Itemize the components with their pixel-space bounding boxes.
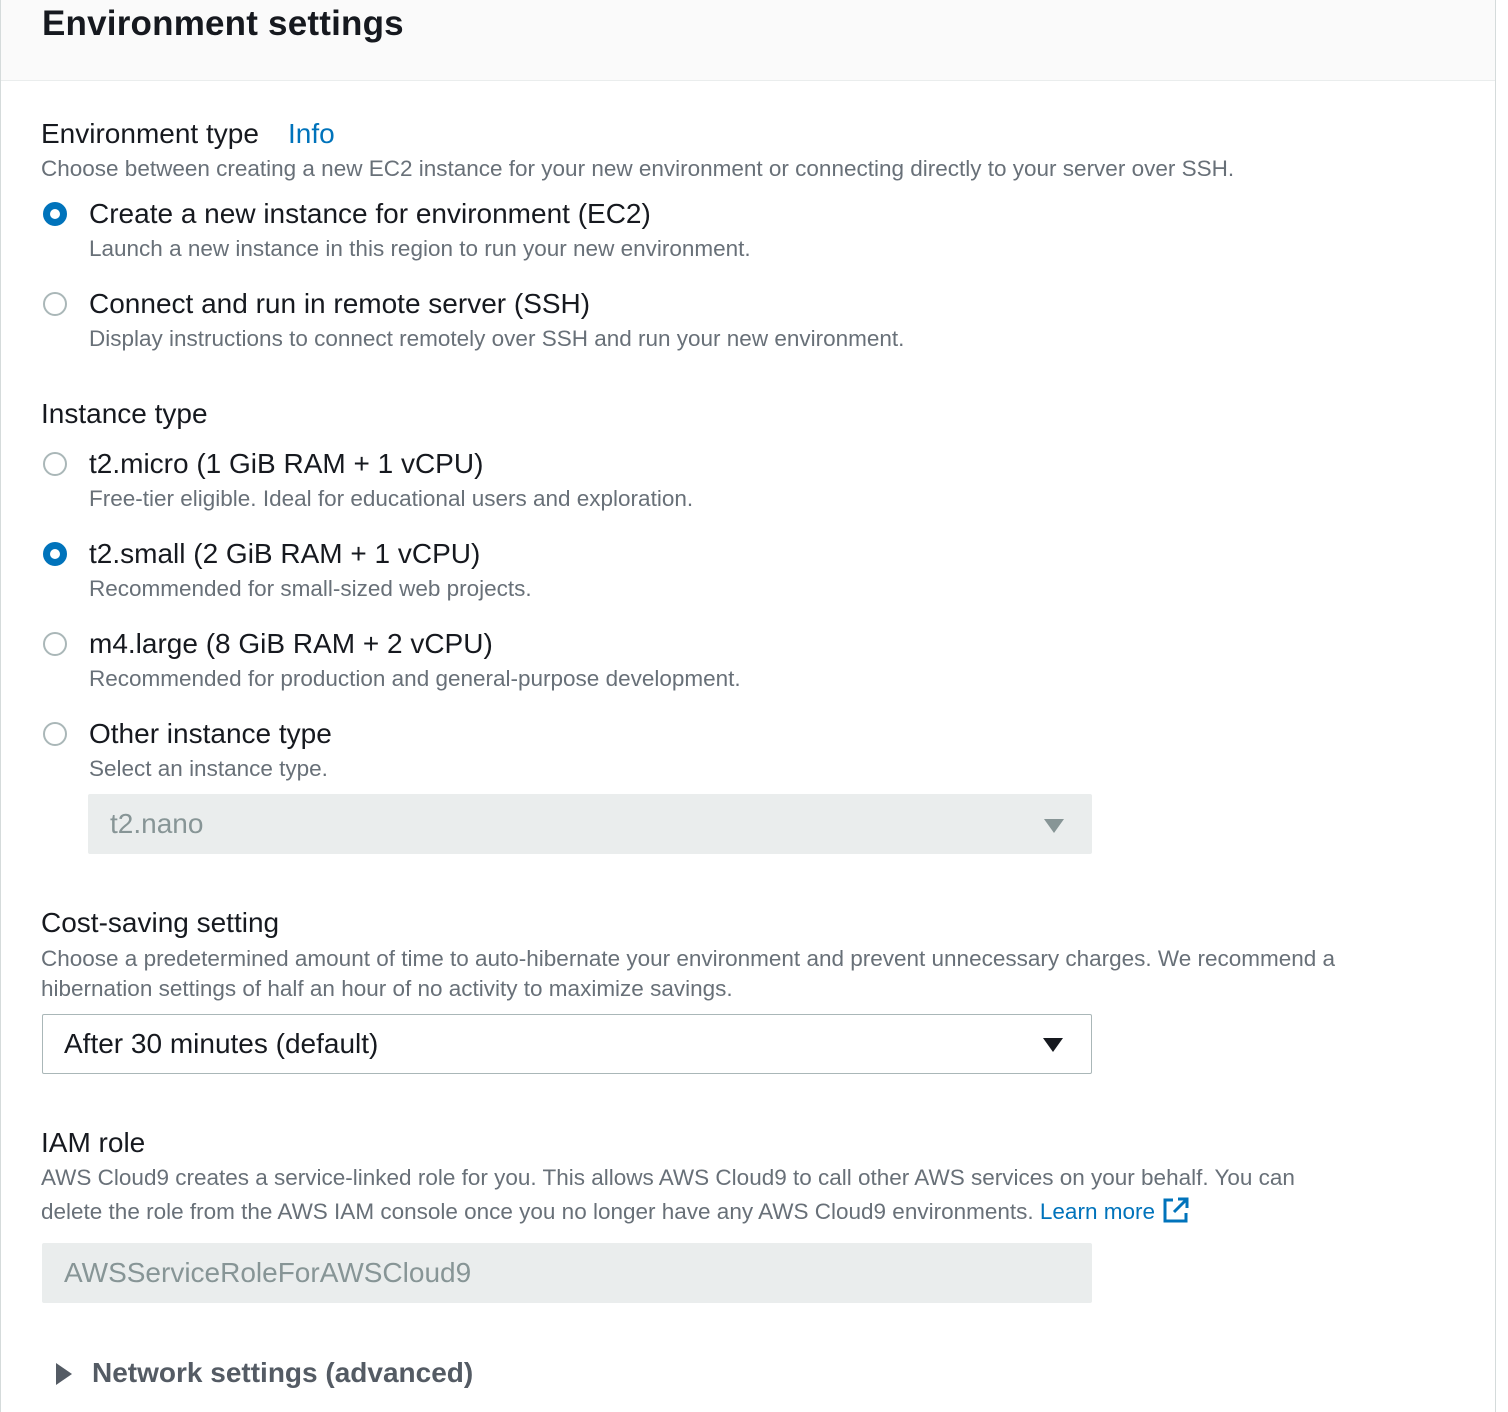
page-title: Environment settings: [42, 4, 404, 43]
cost-saving-label: Cost-saving setting: [41, 907, 280, 938]
other-instance-type-value: t2.nano: [110, 808, 204, 839]
iam-role-field: AWSServiceRoleForAWSCloud9: [42, 1243, 1092, 1303]
option-ssh-description: Display instructions to connect remotely…: [89, 326, 905, 351]
radio-other-instance[interactable]: [43, 722, 67, 746]
iam-role-label: IAM role: [41, 1127, 146, 1158]
option-t2-small-description: Recommended for small-sized web projects…: [89, 576, 532, 601]
radio-t2-small[interactable]: [43, 542, 67, 566]
environment-settings-panel: Environment settings Environment type In…: [0, 0, 1496, 1412]
environment-type-description: Choose between creating a new EC2 instan…: [41, 156, 1235, 181]
network-settings-expander[interactable]: Network settings (advanced): [92, 1357, 473, 1389]
iam-role-description-line2-text: delete the role from the AWS IAM console…: [41, 1199, 1034, 1224]
learn-more-link[interactable]: Learn more: [1040, 1197, 1191, 1224]
caret-down-icon: [1044, 819, 1064, 833]
option-t2-micro-label[interactable]: t2.micro (1 GiB RAM + 1 vCPU): [89, 448, 483, 480]
option-m4-large-label[interactable]: m4.large (8 GiB RAM + 2 vCPU): [89, 628, 493, 660]
radio-t2-micro[interactable]: [43, 452, 67, 476]
other-instance-type-select[interactable]: t2.nano: [88, 794, 1092, 854]
option-ec2-description: Launch a new instance in this region to …: [89, 236, 751, 261]
environment-type-label: Environment type: [41, 118, 259, 149]
radio-ssh[interactable]: [43, 292, 67, 316]
iam-role-description-line2: delete the role from the AWS IAM console…: [41, 1195, 1191, 1225]
radio-ec2[interactable]: [43, 202, 67, 226]
radio-m4-large[interactable]: [43, 632, 67, 656]
cost-saving-select-value: After 30 minutes (default): [64, 1028, 379, 1059]
iam-role-value: AWSServiceRoleForAWSCloud9: [64, 1257, 472, 1288]
caret-down-icon: [1043, 1038, 1063, 1052]
cost-saving-description-line1: Choose a predetermined amount of time to…: [41, 946, 1336, 971]
option-other-instance-label[interactable]: Other instance type: [89, 718, 332, 750]
cost-saving-description-line2: hibernation settings of half an hour of …: [41, 976, 733, 1001]
option-m4-large-description: Recommended for production and general-p…: [89, 666, 741, 691]
instance-type-label: Instance type: [41, 398, 208, 429]
panel-header: Environment settings: [1, 0, 1495, 81]
caret-right-icon[interactable]: [56, 1363, 72, 1385]
option-ec2-label[interactable]: Create a new instance for environment (E…: [89, 198, 651, 230]
option-other-instance-description: Select an instance type.: [89, 756, 328, 781]
iam-role-description-line1: AWS Cloud9 creates a service-linked role…: [41, 1165, 1295, 1190]
learn-more-label[interactable]: Learn more: [1040, 1199, 1155, 1224]
option-ssh-label[interactable]: Connect and run in remote server (SSH): [89, 288, 590, 320]
option-t2-micro-description: Free-tier eligible. Ideal for educationa…: [89, 486, 694, 511]
option-t2-small-label[interactable]: t2.small (2 GiB RAM + 1 vCPU): [89, 538, 480, 570]
environment-type-info-link[interactable]: Info: [288, 118, 335, 150]
external-link-icon[interactable]: [1161, 1195, 1191, 1225]
cost-saving-select[interactable]: After 30 minutes (default): [42, 1014, 1092, 1074]
